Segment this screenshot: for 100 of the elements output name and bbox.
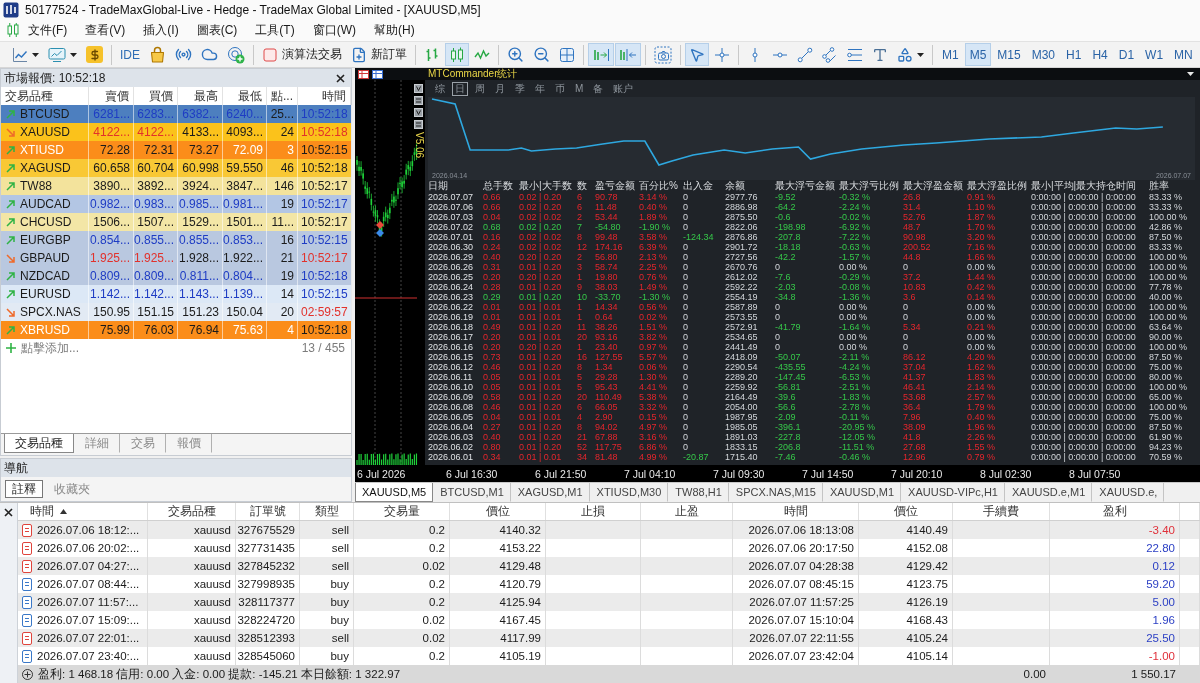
period-tab[interactable]: 账户	[610, 81, 637, 96]
quote-row[interactable]: SPCX.NAS 150.95 151.15 151.23 150.04 20 02:59:57	[1, 303, 351, 321]
panel-tab[interactable]: 交易品種	[4, 434, 74, 453]
quote-row[interactable]: AUDCAD 0.982... 0.983... 0.985... 0.981... 19 10:52:17	[1, 195, 351, 213]
quote-row[interactable]: TW88 3890... 3892... 3924... 3847... 146 10:52:17	[1, 177, 351, 195]
table-cell-text: 2164.49	[725, 392, 759, 402]
algo-trading-button[interactable]: 演算法交易	[258, 43, 346, 66]
table-cell-text: 100.00 %	[1149, 312, 1189, 322]
quote-row[interactable]: GBPAUD 1.925... 1.925... 1.928... 1.922... 21 10:52:17	[1, 249, 351, 267]
table-cell-text: 0.24	[483, 242, 502, 252]
timeframe-button[interactable]: H4	[1087, 43, 1113, 66]
column-header[interactable]: 時間	[733, 503, 859, 520]
table-cell-text: 2670.76	[725, 262, 759, 272]
period-tab[interactable]: 月	[492, 81, 508, 96]
ide-button[interactable]: IDE	[116, 43, 144, 66]
table-cell-text: -0.29 %	[839, 272, 872, 282]
close-icon[interactable]	[4, 508, 13, 517]
table-cell-text: 0	[683, 262, 689, 272]
quote-row[interactable]: XBRUSD 75.99 76.03 76.94 75.63 4 10:52:18	[1, 321, 351, 339]
table-cell-text: 0.64	[595, 312, 614, 322]
period-tab[interactable]: M	[572, 81, 587, 96]
column-header[interactable]: 手續費	[953, 503, 1050, 520]
menu-item[interactable]: 文件(F)	[19, 19, 77, 41]
table-cell-text: 0.01 | 0.01	[519, 382, 563, 392]
period-tab[interactable]: 季	[512, 81, 528, 96]
period-tab[interactable]: 日	[452, 81, 468, 96]
period-tab[interactable]: 年	[532, 81, 548, 96]
table-cell-text: -7.46	[775, 452, 797, 462]
menu-item[interactable]: 窗口(W)	[303, 19, 365, 41]
add-symbol-link[interactable]: 點擊添加...	[21, 339, 79, 357]
quote-row[interactable]: XAUUSD 4122... 4122... 4133... 4093... 24 10:52:18	[1, 123, 351, 141]
grid-icon	[559, 46, 575, 63]
column-header[interactable]: 價位	[450, 503, 546, 520]
column-header[interactable]: 交易量	[354, 503, 450, 520]
quote-row[interactable]: CHCUSD 1506... 1507... 1529... 1501... 11... 10:52:17	[1, 213, 351, 231]
timeframe-button[interactable]: D1	[1113, 43, 1140, 66]
table-cell-text: 20	[577, 332, 588, 342]
timeframe-button[interactable]: M1	[937, 43, 964, 66]
zoom-in-icon	[507, 46, 524, 63]
column-header[interactable]: 價位	[859, 503, 953, 520]
table-cell-text: 4.41 %	[639, 382, 669, 392]
column-header[interactable]: 止損	[546, 503, 641, 520]
close-icon[interactable]	[336, 73, 345, 83]
column-header[interactable]: 盈利	[1050, 503, 1180, 520]
period-tab[interactable]: 周	[472, 81, 488, 96]
table-cell-text: 0:00:00 | 0:00:00 | 0:00:00	[1031, 242, 1137, 252]
column-header[interactable]: 訂單號	[236, 503, 300, 520]
auto-scroll-button[interactable]	[588, 43, 614, 66]
quote-row[interactable]: XAGUSD 60.658 60.704 60.998 59.550 46 10:52:18	[1, 159, 351, 177]
table-cell-text: -20.95 %	[839, 422, 877, 432]
quote-row[interactable]: NZDCAD 0.809... 0.809... 0.811... 0.804... 19 10:52:18	[1, 267, 351, 285]
table-cell-text: 0.31	[483, 262, 502, 272]
plus-circle-icon[interactable]	[22, 668, 33, 680]
chart-tab[interactable]: XAUUSD,M5	[355, 483, 434, 502]
column-header[interactable]: 類型	[300, 503, 354, 520]
menu-item[interactable]: 查看(V)	[76, 19, 135, 41]
timeframe-button[interactable]: H1	[1061, 43, 1087, 66]
column-header[interactable]: 時間	[18, 503, 148, 520]
timeframe-button[interactable]: M15	[992, 43, 1026, 66]
timeframe-button[interactable]: W1	[1140, 43, 1169, 66]
candle-chart-button[interactable]	[445, 43, 469, 66]
period-tab[interactable]: 币	[552, 81, 568, 96]
table-cell-text: 0.20	[483, 342, 502, 352]
table-cell-text: 0	[903, 332, 909, 342]
table-cell-text: 0.02 | 0.20	[519, 192, 563, 202]
menu-item[interactable]: 圖表(C)	[187, 19, 247, 41]
table-cell: 2026.07.06 18:12:...	[37, 524, 140, 536]
table-cell-text: 1.44 %	[967, 272, 997, 282]
menu-item[interactable]: 工具(T)	[246, 19, 304, 41]
column-header[interactable]: 交易品種	[148, 503, 236, 520]
chart-shift-button[interactable]	[615, 43, 641, 66]
cursor-button[interactable]	[685, 43, 709, 66]
table-cell-text: 0:00:00 | 0:00:00 | 0:00:00	[1031, 402, 1137, 412]
period-tab[interactable]: 综	[432, 81, 448, 96]
quote-row[interactable]: EURUSD 1.142... 1.142... 1.143... 1.139... 14 10:52:15	[1, 285, 351, 303]
table-cell-text: 1.62 %	[967, 362, 997, 372]
symbol-name: GBPAUD	[20, 251, 70, 265]
new-order-button[interactable]: 新訂單	[347, 43, 411, 66]
quote-row[interactable]: XTIUSD 72.28 72.31 73.27 72.09 3 10:52:15	[1, 141, 351, 159]
panel-tab[interactable]: 註釋	[5, 480, 43, 498]
timeframe-button[interactable]: M5	[964, 43, 992, 66]
column-header: 盈亏金额	[595, 180, 636, 192]
axis-label: 8 Jul 07:50	[1069, 467, 1122, 480]
table-cell-text: 5.57 %	[639, 352, 669, 362]
table-cell-text: 0:00:00 | 0:00:00 | 0:00:00	[1031, 282, 1137, 292]
column-header: 最大浮亏比例	[839, 180, 900, 192]
column-header: 百分比%	[639, 180, 679, 192]
quote-row[interactable]: BTCUSD 6281... 6283... 6382... 6240... 25... 10:52:18	[1, 105, 351, 123]
timeframe-button[interactable]: M30	[1026, 43, 1061, 66]
table-cell-text: 5	[577, 372, 583, 382]
column-header[interactable]: 止盈	[641, 503, 733, 520]
menu-item[interactable]: 幫助(H)	[365, 19, 424, 41]
table-cell-text: 0	[683, 282, 689, 292]
plus-icon[interactable]	[6, 343, 16, 353]
quote-row[interactable]: EURGBP 0.854... 0.855... 0.855... 0.853... 16 10:52:15	[1, 231, 351, 249]
bars-arrow-right-icon	[592, 46, 610, 63]
period-tab[interactable]: 备	[590, 81, 607, 96]
menu-item[interactable]: 插入(I)	[134, 19, 188, 41]
table-cell-text: 2026.06.16	[428, 342, 475, 352]
timeframe-button[interactable]: MN	[1169, 43, 1198, 66]
